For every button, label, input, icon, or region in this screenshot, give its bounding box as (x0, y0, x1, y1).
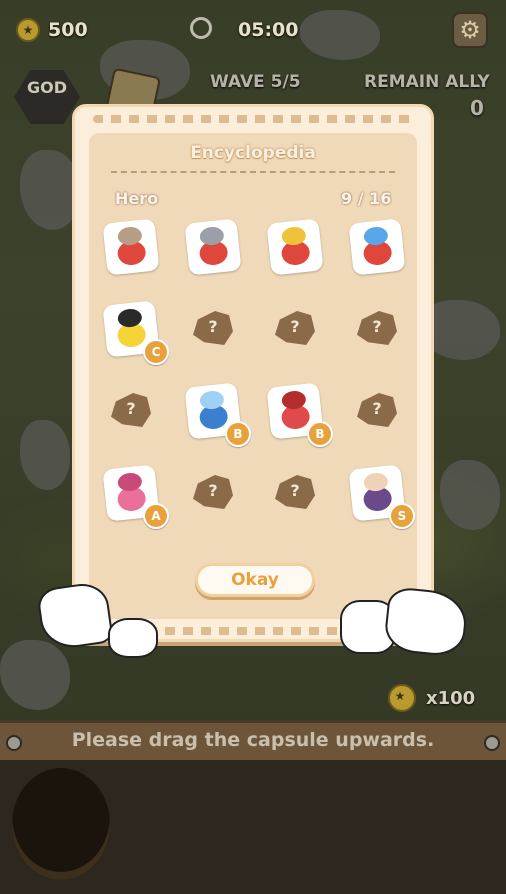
encyclopedia-slot[interactable]: A (102, 464, 169, 529)
clock-icon (190, 17, 212, 39)
remain-ally-label: REMAIN ALLY (364, 72, 490, 92)
encyclopedia-slot[interactable]: ? (185, 301, 241, 357)
encyclopedia-slot[interactable]: B (266, 382, 333, 447)
reward-multiplier: x100 (426, 688, 476, 709)
coin-icon (16, 18, 40, 42)
encyclopedia-slot[interactable] (348, 218, 406, 276)
encyclopedia-slot[interactable] (266, 218, 324, 276)
instruction-bar: Please drag the capsule upwards. (0, 720, 506, 761)
rivet-right-icon (484, 735, 500, 751)
unknown-icon: ? (275, 475, 315, 509)
grade-badge: C (143, 339, 169, 365)
encyclopedia-slot[interactable]: B (184, 382, 251, 447)
reward-coin-icon (388, 684, 416, 712)
unknown-mark: ? (290, 317, 300, 336)
category-label: Hero (115, 189, 159, 208)
unknown-icon: ? (357, 393, 397, 427)
grade-badge: B (225, 421, 251, 447)
timer: 05:00 (238, 19, 299, 41)
unknown-icon: ? (193, 475, 233, 509)
hero-sword-icon (102, 218, 160, 276)
unknown-icon: ? (111, 393, 151, 427)
unknown-mark: ? (208, 317, 218, 336)
encyclopedia-slot[interactable]: ? (349, 301, 405, 357)
title-divider (111, 171, 395, 173)
settings-gear-icon[interactable]: ⚙ (452, 12, 488, 48)
small-knight-doodle-icon (108, 618, 158, 658)
remain-ally-count: 0 (470, 96, 484, 120)
grade-badge: B (307, 421, 333, 447)
unknown-icon: ? (275, 311, 315, 345)
encyclopedia-slot[interactable]: S (348, 464, 415, 529)
encyclopedia-slot[interactable]: ? (267, 301, 323, 357)
unknown-mark: ? (126, 399, 136, 418)
god-label: GOD (26, 78, 67, 97)
top-trim (93, 115, 413, 123)
unknown-mark: ? (372, 317, 382, 336)
capsule-slot[interactable] (12, 768, 110, 880)
hero-knight-icon (184, 218, 242, 276)
unknown-icon: ? (193, 311, 233, 345)
encyclopedia-slot[interactable] (184, 218, 242, 276)
encyclopedia-slot[interactable]: ? (349, 383, 405, 439)
unknown-mark: ? (208, 481, 218, 500)
encyclopedia-slot[interactable]: C (102, 300, 169, 365)
encyclopedia-slot[interactable]: ? (185, 465, 241, 521)
collection-progress: 9 / 16 (341, 189, 392, 208)
grade-badge: S (389, 503, 415, 529)
top-bar: 500 05:00 ⚙ (0, 0, 506, 60)
unknown-icon: ? (357, 311, 397, 345)
unknown-mark: ? (290, 481, 300, 500)
coin-count: 500 (48, 19, 88, 41)
instruction-text: Please drag the capsule upwards. (71, 729, 435, 751)
grade-badge: A (143, 503, 169, 529)
encyclopedia-slot[interactable]: ? (267, 465, 323, 521)
encyclopedia-dialog: Encyclopedia Hero 9 / 16 C???? B B? A?? S Ok… (72, 104, 434, 642)
unknown-mark: ? (372, 399, 382, 418)
encyclopedia-title: Encyclopedia (190, 143, 316, 163)
encyclopedia-slot[interactable]: ? (103, 383, 159, 439)
hero-rainbow-icon (348, 218, 406, 276)
hero-shield-icon (266, 218, 324, 276)
encyclopedia-slot[interactable] (102, 218, 160, 276)
okay-button[interactable]: Okay (195, 563, 315, 597)
wave-counter: WAVE 5/5 (210, 72, 301, 92)
